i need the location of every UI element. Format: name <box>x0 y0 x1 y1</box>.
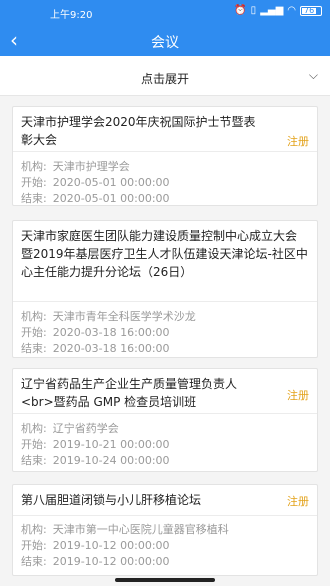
divider <box>13 413 317 414</box>
meeting-end: 结束: 2019-10-12 00:00:00 <box>21 555 170 568</box>
divider <box>13 301 317 302</box>
meeting-card[interactable]: 天津市护理学会2020年庆祝国际护士节暨表彰大会 注册 机构: 天津市护理学会 开… <box>12 106 318 206</box>
expand-bar[interactable]: 点击展开 ⌵ <box>0 56 330 96</box>
status-bar: 上午9:20 ⏰ ▯ ▂▄▆ ◠ 76 <box>0 0 330 26</box>
meeting-start: 开始: 2019-10-12 00:00:00 <box>21 539 170 552</box>
chevron-down-icon[interactable]: ⌵ <box>309 68 318 83</box>
meeting-start: 开始: 2020-05-01 00:00:00 <box>21 176 170 189</box>
meeting-end: 结束: 2019-10-24 00:00:00 <box>21 454 170 467</box>
meeting-card[interactable]: 第八届胆道闭锁与小儿肝移植论坛 注册 机构: 天津市第一中心医院儿童器官移植科 开… <box>12 484 318 576</box>
meeting-card[interactable]: 天津市家庭医生团队能力建设质量控制中心成立大会 暨2019年基层医疗卫生人才队伍… <box>12 220 318 358</box>
meeting-end: 结束: 2020-03-18 16:00:00 <box>21 342 170 355</box>
page-title: 会议 <box>151 35 179 51</box>
status-time: 上午9:20 <box>50 10 93 21</box>
meeting-org: 机构: 天津市青年全科医学学术沙龙 <box>21 310 196 323</box>
register-button[interactable]: 注册 <box>287 387 309 403</box>
battery-level: 76 <box>304 6 315 15</box>
meeting-list: 天津市护理学会2020年庆祝国际护士节暨表彰大会 注册 机构: 天津市护理学会 开… <box>0 96 330 586</box>
meeting-card[interactable]: 辽宁省药品生产企业生产质量管理负责人<br>暨药品 GMP 检查员培训班 注册 … <box>12 368 318 472</box>
meeting-title[interactable]: 辽宁省药品生产企业生产质量管理负责人<br>暨药品 GMP 检查员培训班 <box>21 375 261 411</box>
wifi-icon: ◠ <box>287 5 296 16</box>
meeting-start: 开始: 2019-10-21 00:00:00 <box>21 438 170 451</box>
expand-label: 点击展开 <box>140 72 189 86</box>
app-header: 上午9:20 ⏰ ▯ ▂▄▆ ◠ 76 ‹ 会议 <box>0 0 330 56</box>
status-icons: ⏰ ▯ ▂▄▆ ◠ 76 <box>234 5 322 17</box>
home-indicator[interactable] <box>115 578 215 582</box>
meeting-title[interactable]: 天津市护理学会2020年庆祝国际护士节暨表彰大会 <box>21 113 261 149</box>
meeting-org: 机构: 天津市第一中心医院儿童器官移植科 <box>21 523 229 536</box>
register-button[interactable]: 注册 <box>287 493 309 509</box>
meeting-title[interactable]: 第八届胆道闭锁与小儿肝移植论坛 <box>21 491 261 509</box>
divider <box>13 151 317 152</box>
battery-icon: 76 <box>300 6 322 16</box>
divider <box>13 515 317 516</box>
meeting-end: 结束: 2020-05-01 00:00:00 <box>21 192 170 205</box>
nav-row: ‹ 会议 <box>0 26 330 56</box>
signal-icon: ▂▄▆ <box>260 5 284 16</box>
meeting-org: 机构: 天津市护理学会 <box>21 160 130 173</box>
sim-icon: ▯ <box>250 5 257 16</box>
register-button[interactable]: 注册 <box>287 133 309 149</box>
meeting-title[interactable]: 天津市家庭医生团队能力建设质量控制中心成立大会 暨2019年基层医疗卫生人才队伍… <box>21 227 311 281</box>
meeting-start: 开始: 2020-03-18 16:00:00 <box>21 326 170 339</box>
meeting-org: 机构: 辽宁省药学会 <box>21 422 119 435</box>
alarm-icon: ⏰ <box>234 5 247 16</box>
